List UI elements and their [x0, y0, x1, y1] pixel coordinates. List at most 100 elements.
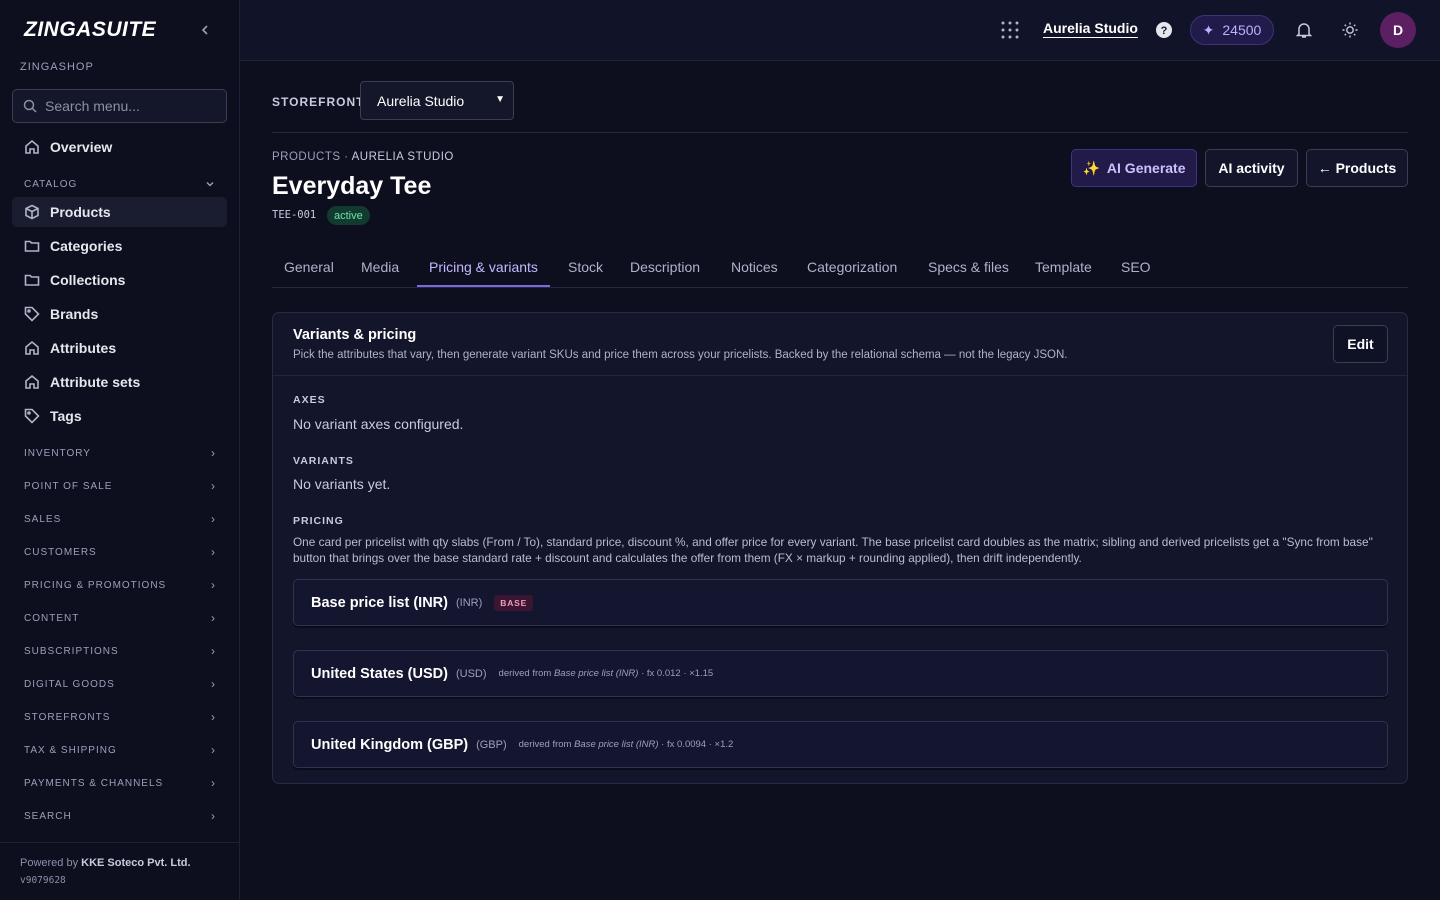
product-tabs: General Media Pricing & variants Stock D… [272, 248, 1408, 288]
pricelist-card-base[interactable]: Base price list (INR) (INR) BASE [293, 579, 1388, 626]
derived-prefix: derived from [498, 668, 554, 679]
sidebar-item-brands[interactable]: Brands [12, 299, 227, 329]
powered-prefix: Powered by [20, 857, 79, 869]
credits-value: 24500 [1222, 22, 1262, 38]
bell-icon [1295, 23, 1313, 38]
section-label: PRICING & PROMOTIONS [24, 579, 167, 591]
variants-pricing-card: Variants & pricing Pick the attributes t… [272, 312, 1408, 784]
section-content[interactable]: CONTENT › [24, 611, 216, 625]
sidebar-item-label: Overview [50, 139, 113, 155]
section-label: CATALOG [24, 178, 78, 190]
section-pricing-promotions[interactable]: PRICING & PROMOTIONS › [24, 578, 216, 592]
back-to-products-button[interactable]: ← Products [1306, 149, 1408, 187]
sparkle-icon: ✨ [1082, 159, 1100, 176]
box-icon [25, 204, 39, 220]
breadcrumb-storefront: AURELIA STUDIO [351, 151, 454, 163]
sidebar-item-products[interactable]: Products [12, 197, 227, 227]
notifications-button[interactable] [1294, 20, 1314, 40]
tab-description[interactable]: Description [618, 248, 712, 287]
pricelist-currency: (USD) [455, 667, 487, 680]
breadcrumb-products[interactable]: PRODUCTS [272, 151, 341, 163]
grid-icon [1001, 21, 1019, 39]
ai-activity-button[interactable]: AI activity [1205, 149, 1298, 187]
tab-template[interactable]: Template [1023, 248, 1104, 287]
chevron-right-icon: › [211, 479, 216, 493]
sidebar-item-label: Attributes [50, 340, 117, 356]
chevron-down-icon: ▼ [495, 94, 505, 105]
sidebar-item-attributes[interactable]: Attributes [12, 333, 227, 363]
search-input[interactable] [45, 98, 215, 114]
search-menu[interactable] [12, 89, 227, 123]
sidebar-item-overview[interactable]: Overview [12, 132, 227, 162]
tab-media[interactable]: Media [349, 248, 411, 287]
section-search[interactable]: SEARCH › [24, 809, 216, 823]
collapse-sidebar-button[interactable] [198, 20, 212, 40]
help-button[interactable]: ? [1155, 21, 1173, 39]
sidebar-item-tags[interactable]: Tags [12, 401, 227, 431]
ai-generate-button[interactable]: ✨ AI Generate [1071, 149, 1197, 187]
section-point-of-sale[interactable]: POINT OF SALE › [24, 479, 216, 493]
breadcrumb-separator: · [340, 151, 352, 163]
tab-notices[interactable]: Notices [719, 248, 790, 287]
edit-button[interactable]: Edit [1333, 325, 1388, 363]
tag-icon [24, 408, 40, 424]
version-label: v9079628 [20, 875, 66, 886]
chevron-right-icon: › [211, 578, 216, 592]
sidebar-item-attribute-sets[interactable]: Attribute sets [12, 367, 227, 397]
page-title: Everyday Tee [272, 172, 432, 200]
pricelist-card-usd[interactable]: United States (USD) (USD) derived from B… [293, 650, 1388, 697]
credits-badge[interactable]: ✦ 24500 [1190, 15, 1274, 45]
pricing-label: PRICING [293, 515, 344, 527]
chevron-down-icon [206, 182, 214, 187]
svg-text:?: ? [1161, 25, 1168, 37]
derived-params: · fx 0.0094 · ×1.2 [658, 739, 734, 750]
chevron-right-icon: › [211, 809, 216, 823]
section-label: PAYMENTS & CHANNELS [24, 777, 164, 789]
sidebar-footer: Powered by KKE Soteco Pvt. Ltd. v9079628 [0, 842, 239, 900]
chevron-left-icon [201, 25, 208, 35]
section-sales[interactable]: SALES › [24, 512, 216, 526]
tab-general[interactable]: General [272, 248, 346, 287]
section-storefronts[interactable]: STOREFRONTS › [24, 710, 216, 724]
help-icon: ? [1156, 22, 1172, 38]
sidebar-item-label: Tags [50, 408, 82, 424]
tab-specs-files[interactable]: Specs & files [916, 248, 1021, 287]
home-icon [25, 139, 39, 154]
section-label: CONTENT [24, 612, 80, 624]
section-customers[interactable]: CUSTOMERS › [24, 545, 216, 559]
tab-stock[interactable]: Stock [556, 248, 615, 287]
section-label: SALES [24, 513, 62, 525]
app-grid-button[interactable] [1000, 20, 1020, 40]
avatar[interactable]: D [1380, 12, 1416, 48]
pricelist-currency: (INR) [456, 596, 483, 609]
tab-categorization[interactable]: Categorization [795, 248, 909, 287]
chevron-right-icon: › [211, 446, 216, 460]
home-icon [25, 340, 39, 355]
catalog-section-toggle[interactable]: CATALOG [24, 177, 216, 191]
sidebar-item-label: Categories [50, 238, 123, 254]
theme-toggle[interactable] [1341, 21, 1359, 39]
tab-seo[interactable]: SEO [1109, 248, 1163, 287]
section-subscriptions[interactable]: SUBSCRIPTIONS › [24, 644, 216, 658]
shop-name: ZINGASHOP [20, 61, 94, 73]
section-tax-shipping[interactable]: TAX & SHIPPING › [24, 743, 216, 757]
sidebar-item-label: Products [50, 204, 111, 220]
sidebar-item-label: Brands [50, 306, 99, 322]
storefront-select[interactable]: Aurelia Studio ▼ [360, 81, 514, 120]
pricelist-card-gbp[interactable]: United Kingdom (GBP) (GBP) derived from … [293, 721, 1388, 768]
storefront-selected: Aurelia Studio [377, 92, 465, 109]
pricelist-name: United Kingdom (GBP) [311, 736, 469, 753]
section-digital-goods[interactable]: DIGITAL GOODS › [24, 677, 216, 691]
chevron-right-icon: › [211, 545, 216, 559]
folder-icon [24, 274, 40, 286]
base-badge: BASE [494, 594, 534, 611]
sidebar-item-collections[interactable]: Collections [12, 265, 227, 295]
section-inventory[interactable]: INVENTORY › [24, 446, 216, 460]
sidebar-item-categories[interactable]: Categories [12, 231, 227, 261]
section-label: DIGITAL GOODS [24, 678, 115, 690]
tab-pricing-variants[interactable]: Pricing & variants [417, 248, 550, 287]
section-payments-channels[interactable]: PAYMENTS & CHANNELS › [24, 776, 216, 790]
section-label: SEARCH [24, 810, 72, 822]
product-sku: TEE-001 [272, 209, 317, 221]
studio-switcher[interactable]: Aurelia Studio [1043, 20, 1138, 36]
